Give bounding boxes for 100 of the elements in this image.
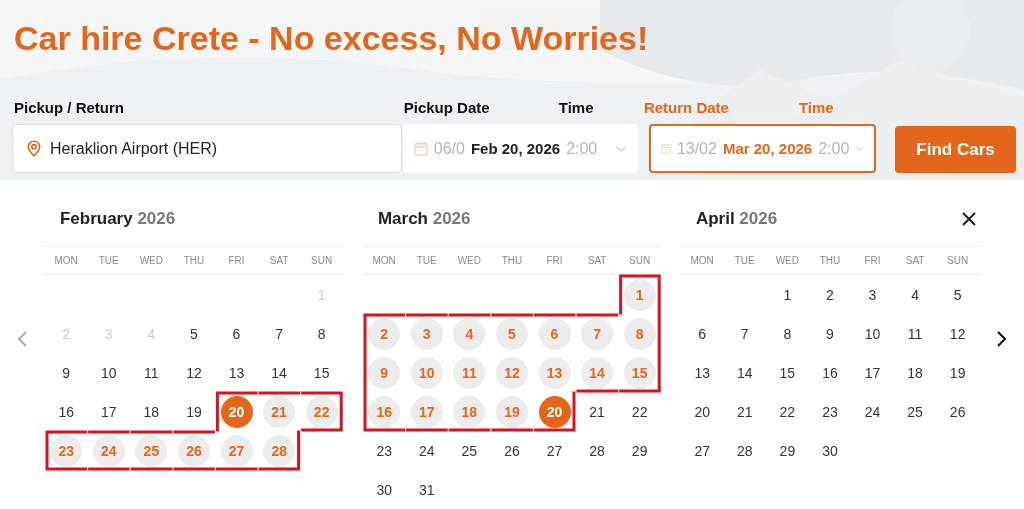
calendar-day[interactable]: 24 xyxy=(856,395,889,428)
weekday-label: FRI xyxy=(227,255,246,266)
weekday-label: WED xyxy=(774,255,800,266)
date-value: Feb 20, 2026 xyxy=(470,140,561,157)
weekday-label: THU xyxy=(182,255,206,266)
field-label: Pickup Date xyxy=(403,98,491,118)
calendar-day[interactable]: 27 xyxy=(538,434,571,467)
calendar-day[interactable]: 30 xyxy=(368,473,401,506)
field-label: Time xyxy=(558,98,594,118)
calendar-day[interactable]: 25 xyxy=(453,434,486,467)
calendar-day[interactable]: 29 xyxy=(623,434,656,467)
calendar-day[interactable]: 16 xyxy=(813,356,846,389)
close-icon[interactable] xyxy=(961,211,977,227)
calendar-day[interactable]: 26 xyxy=(941,395,974,428)
calendar-day[interactable]: 7 xyxy=(728,317,761,350)
calendar-day[interactable]: 22 xyxy=(771,395,804,428)
calendar-day[interactable]: 10 xyxy=(856,317,889,350)
calendar-day[interactable]: 29 xyxy=(771,434,804,467)
calendar-day[interactable]: 13 xyxy=(220,356,253,389)
calendar-day[interactable]: 28 xyxy=(581,434,614,467)
calendar-day[interactable]: 31 xyxy=(410,473,443,506)
chevron-down-icon xyxy=(855,144,864,153)
weekday-label: SAT xyxy=(268,255,290,266)
calendar-day[interactable]: 15 xyxy=(771,356,804,389)
calendar-day[interactable]: 12 xyxy=(177,356,210,389)
weekday-label: SUN xyxy=(946,255,970,266)
weekday-label: MON xyxy=(53,255,79,266)
calendar-day[interactable]: 17 xyxy=(92,395,125,428)
calendar-day[interactable]: 8 xyxy=(305,317,338,350)
placeholder-text: 13/02 xyxy=(676,139,717,158)
weekday-label: SAT xyxy=(586,255,608,266)
calendar-day[interactable]: 19 xyxy=(941,356,974,389)
calendar-day[interactable]: 11 xyxy=(135,356,168,389)
page-title: Car hire Crete - No excess, No Worries! xyxy=(14,18,650,59)
calendar-day[interactable]: 9 xyxy=(50,356,83,389)
weekday-label: THU xyxy=(500,255,524,266)
calendar-day[interactable]: 2 xyxy=(813,278,846,311)
placeholder-text: 2:00 xyxy=(818,139,850,158)
chevron-right-icon xyxy=(995,330,1008,348)
calendar-day[interactable]: 14 xyxy=(728,356,761,389)
calendar-day[interactable]: 3 xyxy=(856,278,889,311)
chevron-down-icon xyxy=(614,144,627,153)
weekday-label: WED xyxy=(138,255,164,266)
calendar-day[interactable]: 17 xyxy=(856,356,889,389)
weekday-label: MON xyxy=(371,255,397,266)
calendar-day[interactable]: 16 xyxy=(50,395,83,428)
chevron-left-icon xyxy=(16,330,29,348)
weekday-label: FRI xyxy=(863,255,882,266)
weekday-label: FRI xyxy=(545,255,564,266)
calendar-day[interactable]: 7 xyxy=(263,317,296,350)
field-label: Pickup / Return xyxy=(14,98,126,118)
calendar-day[interactable]: 23 xyxy=(368,434,401,467)
weekday-label: TUE xyxy=(733,255,756,266)
calendar-day[interactable]: 30 xyxy=(814,434,846,467)
calendar-day[interactable]: 6 xyxy=(686,317,719,350)
weekday-label: TUE xyxy=(97,255,120,266)
field-label: Return Date xyxy=(643,98,730,118)
calendar-day[interactable]: 4 xyxy=(899,278,932,311)
location-field[interactable]: Heraklion Airport (HER) xyxy=(12,124,402,173)
pickup-date-field[interactable]: 06/0 Feb 20, 2026 2:00 xyxy=(402,124,638,173)
calendar-day[interactable]: 14 xyxy=(263,356,296,389)
calendar-day[interactable]: 21 xyxy=(581,395,614,428)
calendar-day[interactable]: 12 xyxy=(941,317,974,350)
weekday-label: TUE xyxy=(415,255,438,266)
calendar-day[interactable]: 1 xyxy=(771,278,804,311)
calendar-day[interactable]: 24 xyxy=(410,434,443,467)
calendar-day[interactable]: 27 xyxy=(686,434,719,467)
calendar-icon xyxy=(413,141,428,156)
calendar-day[interactable]: 25 xyxy=(899,395,932,428)
calendar-day[interactable]: 19 xyxy=(177,395,210,428)
location-pin-icon xyxy=(27,140,41,157)
calendar-day[interactable]: 18 xyxy=(135,395,168,428)
calendar-day[interactable]: 26 xyxy=(495,434,528,467)
calendar-day[interactable]: 8 xyxy=(771,317,804,350)
calendar-day[interactable]: 22 xyxy=(623,395,656,428)
calendar-day[interactable]: 10 xyxy=(92,356,125,389)
calendar-day[interactable]: 23 xyxy=(813,395,846,428)
weekday-label: WED xyxy=(456,255,482,266)
calendar-day[interactable]: 20 xyxy=(686,395,719,428)
calendar-day[interactable]: 5 xyxy=(941,278,974,311)
month-title: March 2026 xyxy=(376,208,471,230)
calendar-day[interactable]: 11 xyxy=(899,317,932,350)
weekday-label: SUN xyxy=(310,255,334,266)
calendar-day[interactable]: 5 xyxy=(177,317,210,350)
weekday-label: THU xyxy=(818,255,842,266)
calendar-day[interactable]: 15 xyxy=(305,356,338,389)
calendar-day[interactable]: 18 xyxy=(899,356,932,389)
placeholder-text: 06/0 xyxy=(433,139,465,158)
weekday-label: SUN xyxy=(628,255,652,266)
calendar-day[interactable]: 13 xyxy=(686,356,719,389)
calendar-day[interactable]: 21 xyxy=(728,395,761,428)
placeholder-text: 2:00 xyxy=(566,139,598,158)
weekday-label: SAT xyxy=(904,255,926,266)
calendar-day[interactable]: 9 xyxy=(813,317,846,350)
month-title: February 2026 xyxy=(58,208,176,230)
date-value: Mar 20, 2026 xyxy=(722,140,813,157)
weekday-label: MON xyxy=(689,255,715,266)
calendar-day[interactable]: 28 xyxy=(728,434,761,467)
calendar-day[interactable]: 6 xyxy=(220,317,253,350)
calendar-icon xyxy=(660,141,671,156)
